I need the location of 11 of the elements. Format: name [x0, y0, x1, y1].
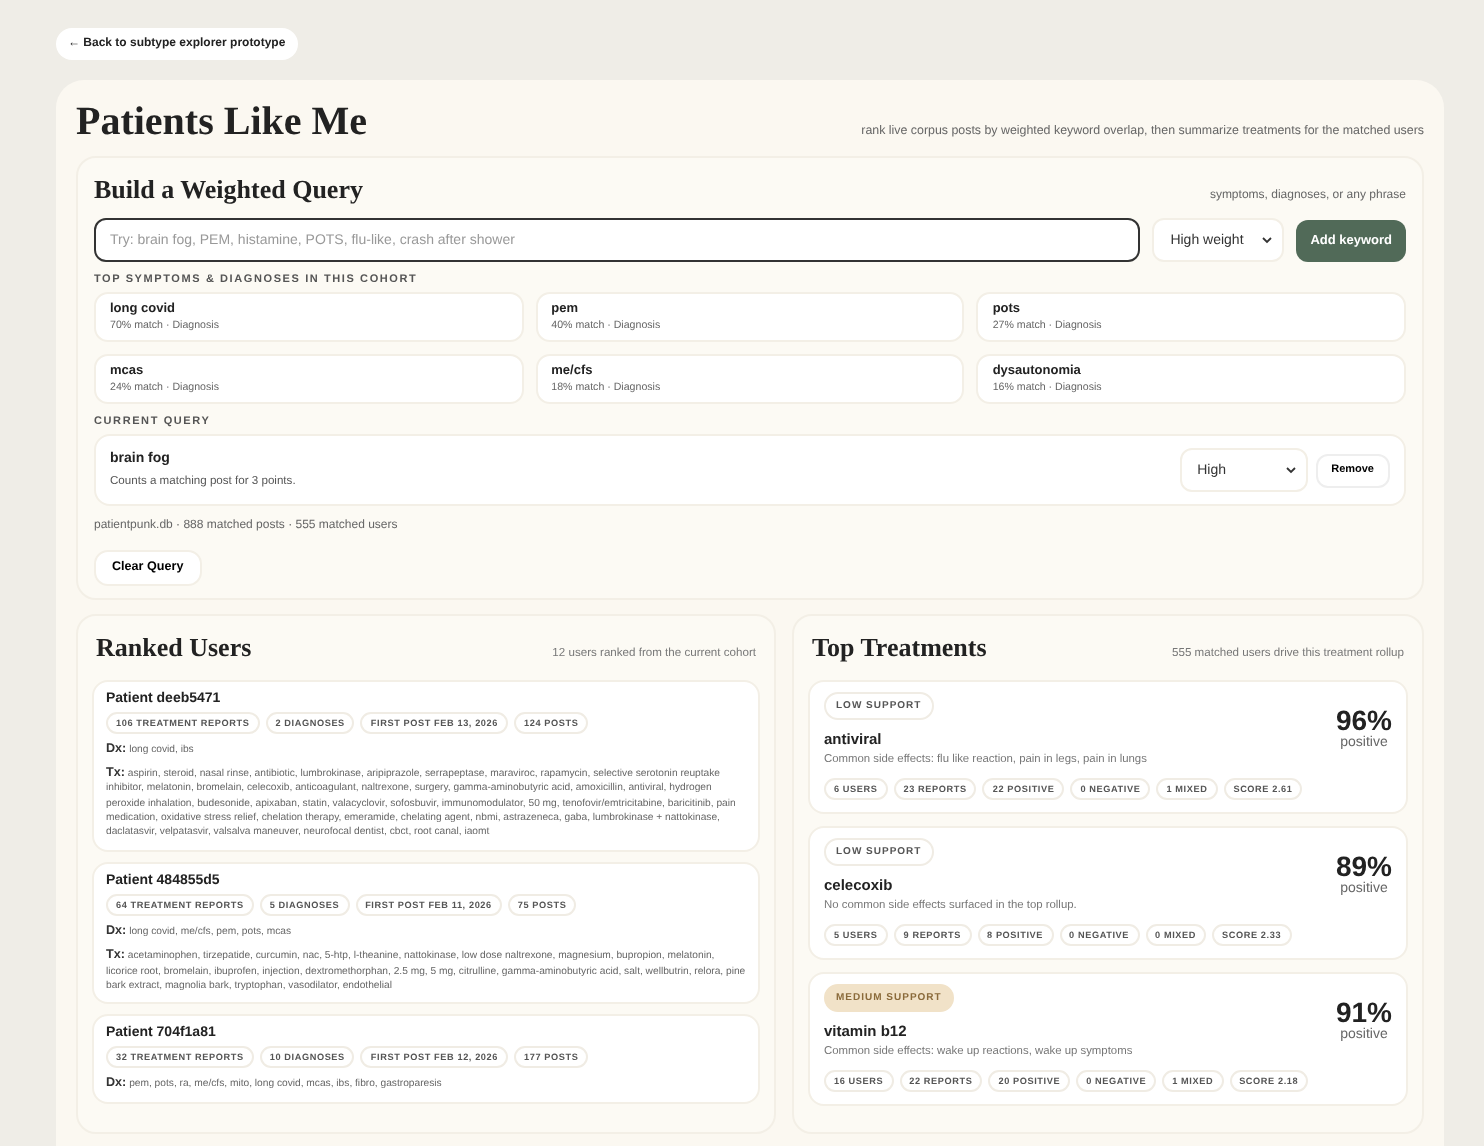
caret-icon [1262, 236, 1273, 244]
caret-icon [1285, 466, 1296, 474]
page-title: Patients Like Me [76, 100, 368, 146]
positive-percent: 89% [1335, 849, 1392, 881]
patient-card[interactable] [92, 861, 760, 1005]
section-title: Top Treatments [812, 631, 987, 663]
positive-percent: 91% [1335, 995, 1392, 1027]
section-title: Ranked Users [96, 631, 252, 663]
patient-card[interactable] [92, 679, 760, 852]
positive-percent: 96% [1335, 703, 1392, 735]
section-title: Build a Weighted Query [94, 174, 363, 206]
